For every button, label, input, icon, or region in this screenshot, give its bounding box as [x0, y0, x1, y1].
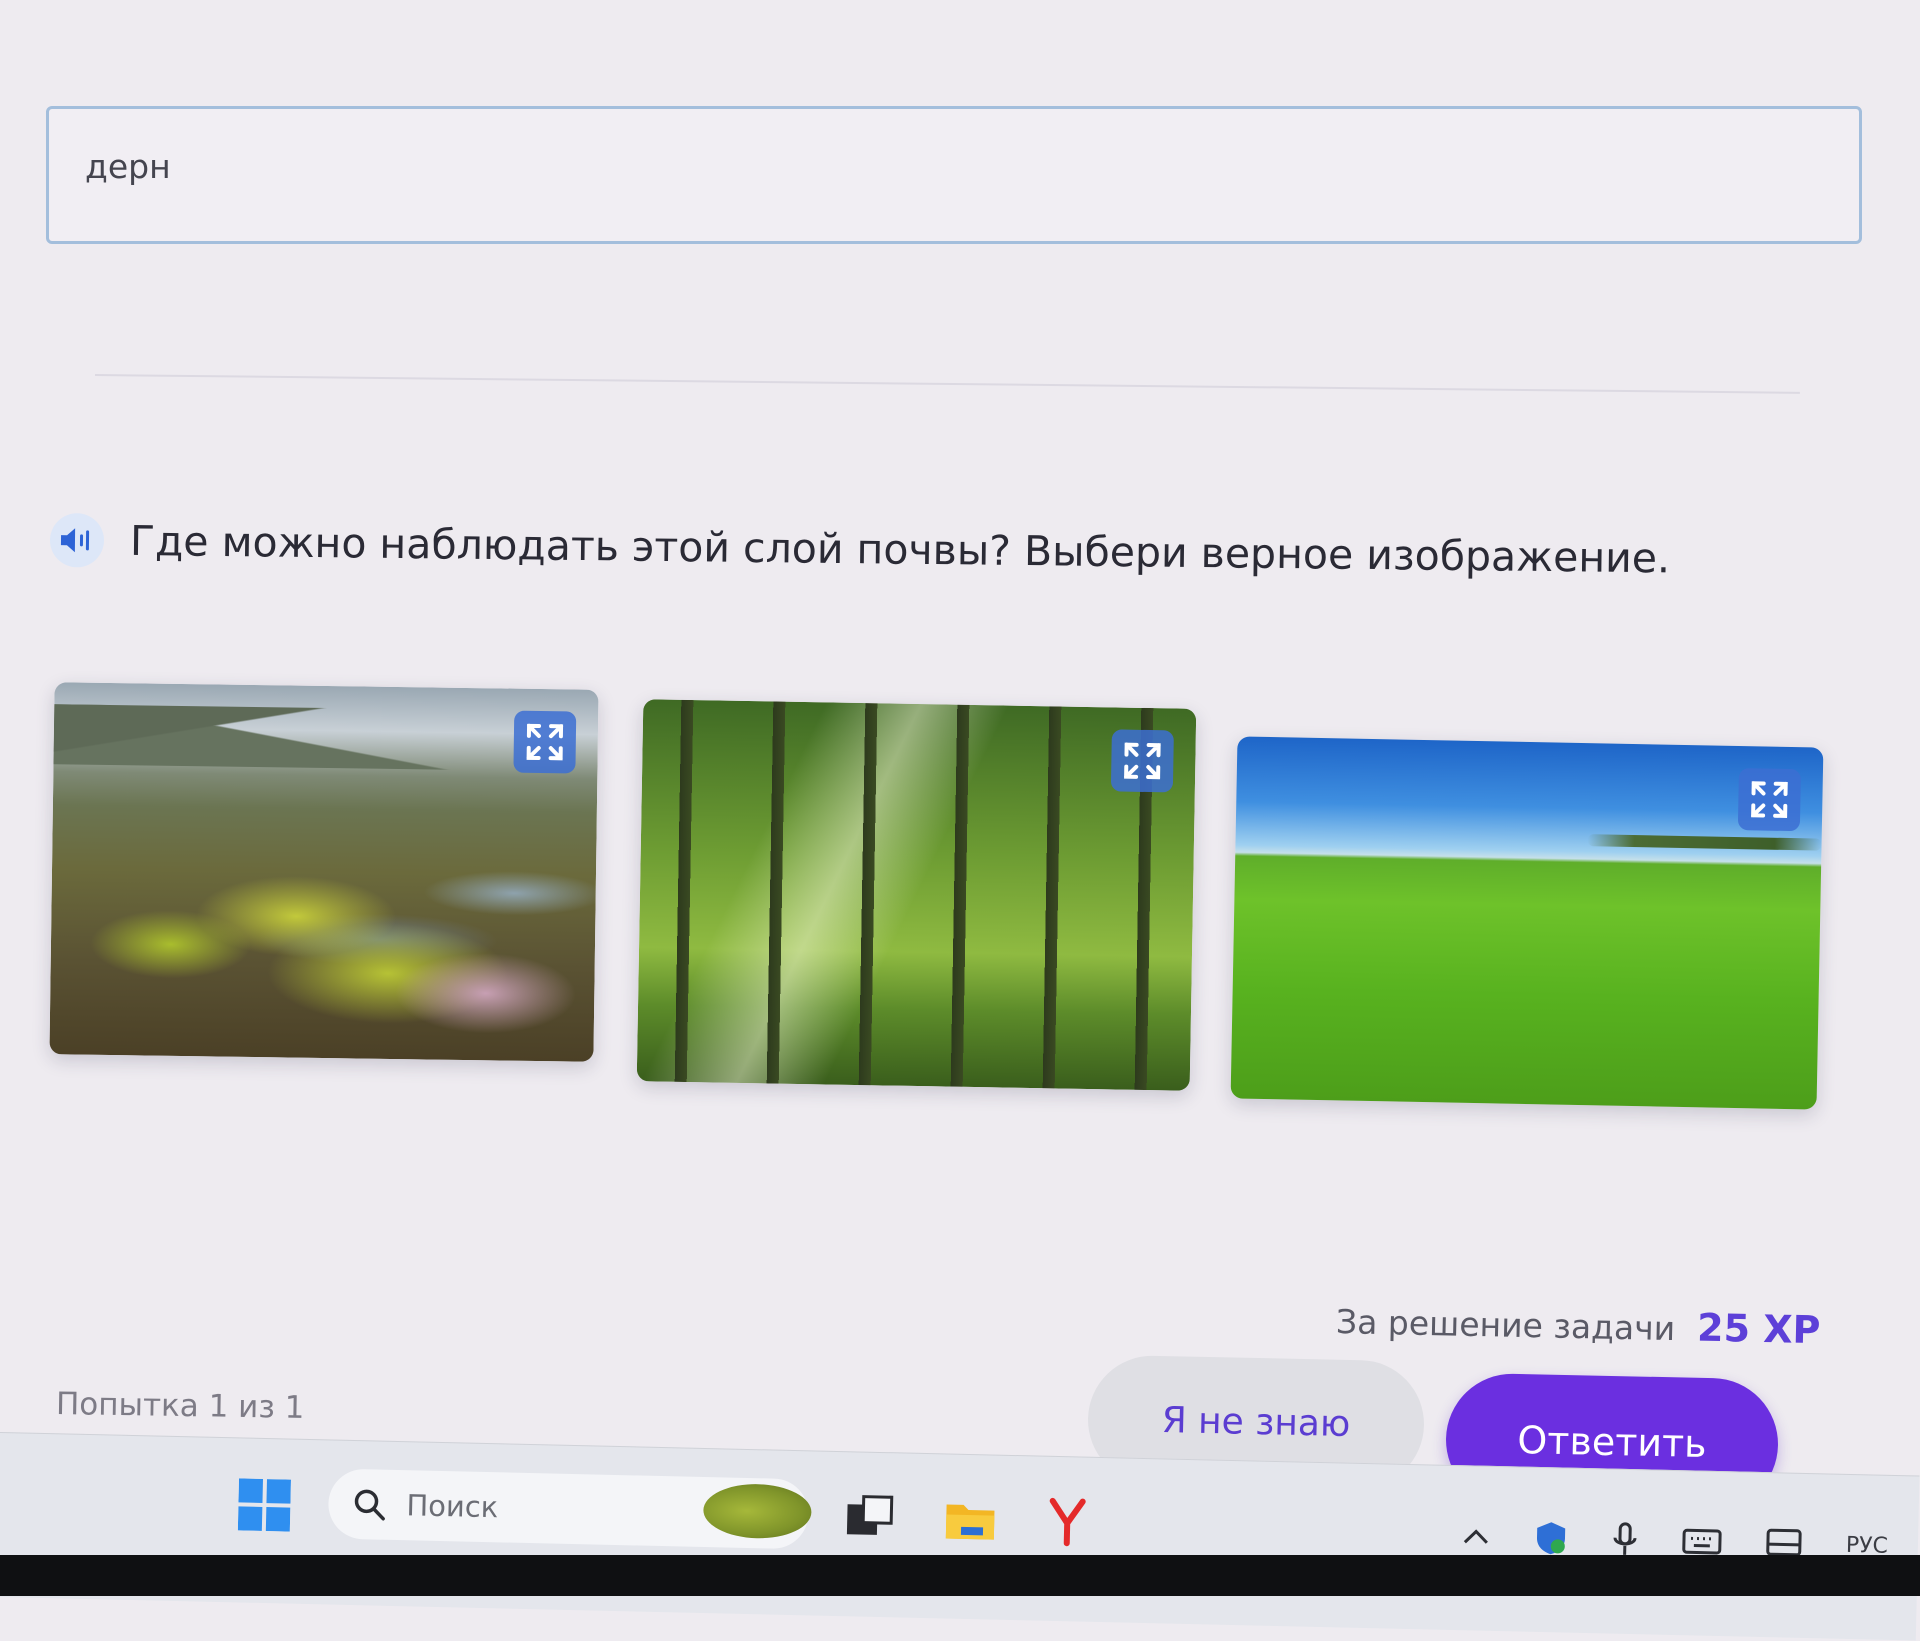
answer-input[interactable]: дерн [46, 106, 1862, 244]
question-row: Где можно наблюдать этой слой почвы? Выб… [49, 505, 1891, 596]
expand-icon [1751, 781, 1788, 818]
expand-icon [1124, 742, 1161, 780]
search-placeholder: Поиск [406, 1488, 499, 1525]
question-text: Где можно наблюдать этой слой почвы? Выб… [129, 516, 1671, 583]
expand-button[interactable] [1737, 768, 1802, 832]
reward-xp: 25 XP [1696, 1305, 1821, 1353]
microphone-icon[interactable] [1612, 1522, 1639, 1559]
expand-button[interactable] [1110, 729, 1174, 793]
image-option-forest[interactable] [636, 699, 1197, 1091]
speaker-icon [60, 528, 90, 553]
image-option-bog[interactable] [49, 682, 599, 1062]
reward-label: За решение задачи [1335, 1302, 1676, 1349]
screen-bezel [0, 1555, 1920, 1596]
answer-input-value: дерн [85, 147, 171, 186]
reward-info: За решение задачи 25 XP [1335, 1298, 1821, 1358]
security-shield-icon[interactable] [1534, 1520, 1569, 1557]
expand-icon [526, 723, 564, 761]
search-icon [354, 1489, 385, 1521]
file-explorer-icon[interactable] [943, 1492, 998, 1547]
keyboard-icon[interactable] [1682, 1527, 1723, 1556]
image-option-meadow[interactable] [1230, 736, 1824, 1110]
windows-start-icon[interactable] [237, 1478, 291, 1532]
chevron-up-icon[interactable] [1462, 1526, 1490, 1547]
attempt-counter: Попытка 1 из 1 [55, 1386, 305, 1426]
speaker-button[interactable] [49, 513, 105, 568]
task-view-icon[interactable] [843, 1490, 898, 1545]
expand-button[interactable] [513, 710, 577, 774]
divider [94, 374, 1800, 394]
yandex-browser-icon[interactable] [1040, 1495, 1095, 1550]
